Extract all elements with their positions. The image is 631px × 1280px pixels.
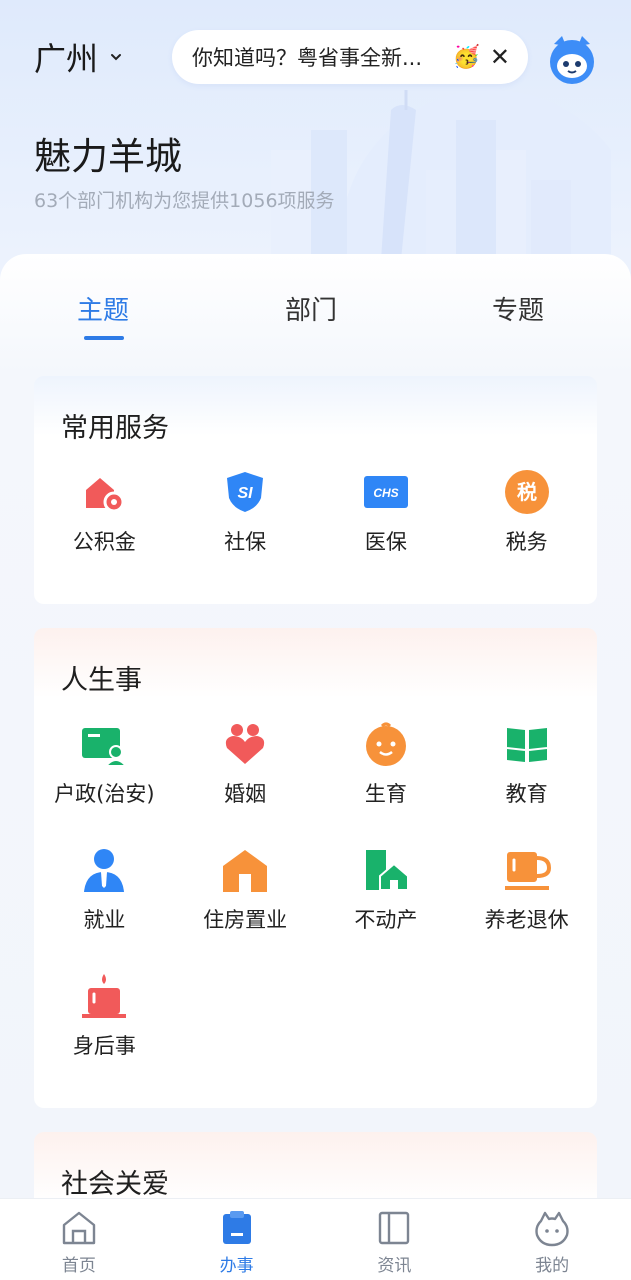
tip-text: 你知道吗？粤省事全新... xyxy=(192,46,423,70)
chevron-down-icon xyxy=(111,54,122,61)
common-services-card: 常用服务 公积金 SI 社保 CHS 医保 税 税务 xyxy=(34,376,597,604)
party-emoji-icon: 🥳 xyxy=(452,44,480,70)
svg-text:SI: SI xyxy=(238,485,254,502)
house-icon xyxy=(223,850,268,892)
service-label: 就业 xyxy=(83,908,126,932)
tab-special[interactable]: 专题 xyxy=(492,290,544,327)
section-title: 人生事 xyxy=(61,665,142,696)
city-selector[interactable]: 广州 xyxy=(34,34,122,80)
svg-text:CHS: CHS xyxy=(373,486,398,500)
service-label: 婚姻 xyxy=(224,782,267,806)
service-icon xyxy=(222,1211,251,1244)
tabbar-profile[interactable]: 我的 xyxy=(473,1199,631,1280)
service-tax[interactable]: 税 税务 xyxy=(456,468,597,594)
tabbar-label: 我的 xyxy=(535,1256,570,1276)
service-label: 税务 xyxy=(505,530,548,554)
page-title: 魅力羊城 xyxy=(34,135,182,178)
tax-icon: 税 xyxy=(504,470,549,514)
service-label: 户政(治安) xyxy=(54,782,155,806)
service-retirement[interactable]: 养老退休 xyxy=(456,846,597,972)
real-estate-icon xyxy=(365,850,409,891)
profile-icon xyxy=(535,1211,569,1247)
service-real-estate[interactable]: 不动产 xyxy=(316,846,457,972)
content-panel: 主题 部门 专题 常用服务 公积金 SI 社保 CHS 医保 税 税务 人生事 … xyxy=(0,254,631,1198)
service-label: 社保 xyxy=(224,530,267,554)
marriage-icon xyxy=(225,724,265,764)
social-care-card: 社会关爱 xyxy=(34,1132,597,1198)
service-label: 生育 xyxy=(364,782,407,806)
tab-indicator xyxy=(84,336,124,340)
service-employment[interactable]: 就业 xyxy=(34,846,175,972)
svg-text:税: 税 xyxy=(517,480,537,504)
city-label: 广州 xyxy=(34,40,99,78)
birth-icon xyxy=(365,722,406,766)
retirement-icon xyxy=(504,852,551,890)
social-security-icon: SI xyxy=(227,472,264,512)
page-subtitle: 63个部门机构为您提供1056项服务 xyxy=(34,190,335,212)
service-birth[interactable]: 生育 xyxy=(316,720,457,846)
service-education[interactable]: 教育 xyxy=(456,720,597,846)
service-label: 教育 xyxy=(505,782,548,806)
service-label: 公积金 xyxy=(72,530,136,554)
employment-icon xyxy=(84,849,125,892)
tab-department[interactable]: 部门 xyxy=(285,290,337,327)
service-social-security[interactable]: SI 社保 xyxy=(175,468,316,594)
service-house[interactable]: 住房置业 xyxy=(175,846,316,972)
housing-fund-icon xyxy=(86,478,125,513)
tip-banner[interactable]: 你知道吗？粤省事全新... 🥳 ✕ xyxy=(172,30,528,84)
close-icon[interactable]: ✕ xyxy=(490,43,510,71)
home-icon xyxy=(62,1211,96,1245)
section-title: 社会关爱 xyxy=(61,1169,169,1198)
service-household[interactable]: 户政(治安) xyxy=(34,720,175,846)
tabbar-home[interactable]: 首页 xyxy=(0,1199,158,1280)
service-marriage[interactable]: 婚姻 xyxy=(175,720,316,846)
tabbar-label: 资讯 xyxy=(377,1256,412,1276)
service-medical-insurance[interactable]: CHS 医保 xyxy=(316,468,457,594)
education-icon xyxy=(506,728,547,762)
tab-topic[interactable]: 主题 xyxy=(77,290,129,327)
service-label: 医保 xyxy=(364,530,407,554)
service-funeral[interactable]: 身后事 xyxy=(34,972,175,1098)
category-tabs: 主题 部门 专题 xyxy=(0,290,631,350)
tabbar-service[interactable]: 办事 xyxy=(158,1199,316,1280)
service-label: 住房置业 xyxy=(203,908,288,932)
household-icon xyxy=(82,728,129,767)
news-icon xyxy=(379,1211,410,1245)
life-events-card: 人生事 户政(治安) 婚姻 生育 教育 就业 住房置业 不动产 养老退休 身后事 xyxy=(34,628,597,1108)
service-label: 养老退休 xyxy=(484,908,569,932)
service-label: 身后事 xyxy=(72,1034,136,1058)
service-housing-fund[interactable]: 公积金 xyxy=(34,468,175,594)
tabbar-label: 首页 xyxy=(61,1256,96,1276)
service-label: 不动产 xyxy=(354,908,418,932)
tabbar-label: 办事 xyxy=(219,1256,254,1276)
skyline-illustration xyxy=(271,90,611,260)
section-title: 常用服务 xyxy=(61,413,169,444)
mascot-assistant-icon[interactable] xyxy=(544,30,600,86)
funeral-icon xyxy=(82,974,127,1018)
bottom-tab-bar: 首页 办事 资讯 我的 xyxy=(0,1198,631,1280)
tabbar-news[interactable]: 资讯 xyxy=(316,1199,474,1280)
medical-insurance-icon: CHS xyxy=(363,476,408,508)
